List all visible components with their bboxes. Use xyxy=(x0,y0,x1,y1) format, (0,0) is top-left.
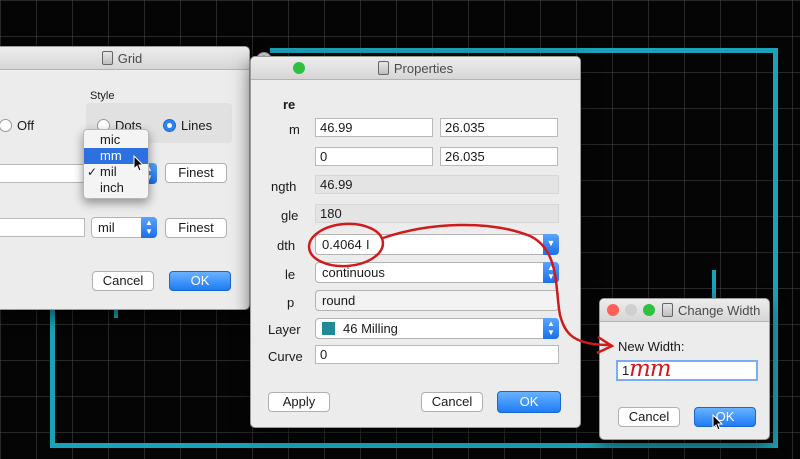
annotation-ink xyxy=(307,222,615,355)
annotation-text: mm xyxy=(629,356,672,382)
